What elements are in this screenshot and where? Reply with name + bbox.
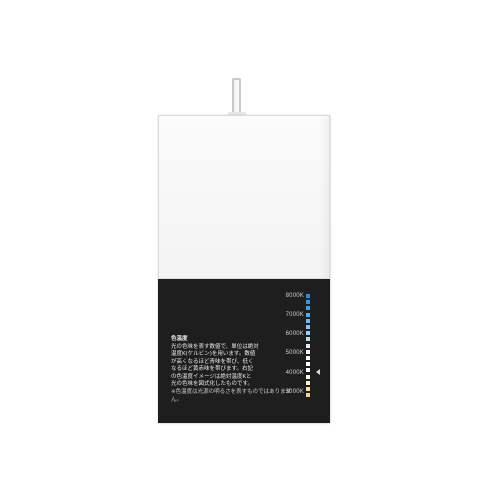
color-swatch [306, 300, 310, 305]
color-swatch [306, 331, 310, 336]
scale-label-7000k: 7000K [285, 312, 304, 318]
color-swatch [306, 318, 310, 323]
color-swatch [306, 368, 310, 373]
scale-label-4000k: 4000K [285, 370, 304, 376]
color-swatch [306, 362, 310, 367]
color-swatch [306, 343, 310, 348]
hanger-hook [232, 78, 241, 116]
scale-label-8000k: 8000K [285, 293, 304, 299]
color-temperature-scale: 8000K 7000K 6000K 5000K 4000K 3000K [158, 279, 330, 423]
color-swatch [306, 337, 310, 342]
product-photo: { "card": { "description": { "title": "色… [0, 0, 500, 500]
color-swatch [306, 374, 310, 379]
color-swatch [306, 325, 310, 329]
scale-label-5000k: 5000K [285, 350, 304, 356]
scale-label-3000k: 3000K [285, 389, 304, 395]
color-swatch [306, 380, 310, 385]
scale-label-6000k: 6000K [285, 331, 304, 337]
color-swatch [306, 306, 310, 311]
color-swatch [306, 312, 310, 317]
color-swatch [306, 387, 310, 391]
current-temperature-pointer-icon [316, 369, 320, 375]
color-swatch [306, 294, 310, 298]
card-white-panel [158, 115, 330, 279]
color-swatch [306, 349, 310, 354]
color-swatch [306, 356, 310, 360]
color-temperature-card: 色温度 光の色味を表す数値で、単位は絶対 温度K(ケルビン)を用います。数値 が… [158, 115, 330, 423]
color-swatch [306, 393, 310, 398]
card-black-panel: 色温度 光の色味を表す数値で、単位は絶対 温度K(ケルビン)を用います。数値 が… [158, 279, 330, 423]
